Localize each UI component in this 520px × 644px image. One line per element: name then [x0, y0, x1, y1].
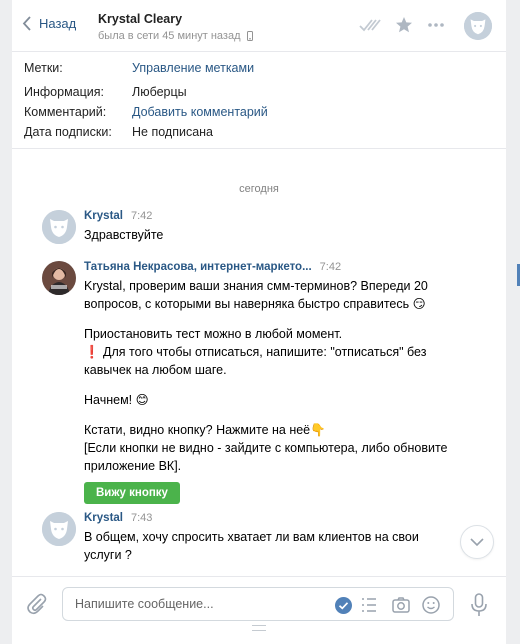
paperclip-icon[interactable]: [26, 593, 48, 618]
message-line: Здравствуйте: [84, 228, 164, 242]
message-author[interactable]: Krystal: [84, 512, 123, 524]
smile-icon[interactable]: [421, 595, 441, 618]
avatar[interactable]: [42, 512, 76, 546]
mobile-icon: [246, 31, 253, 41]
message-input[interactable]: Напишите сообщение...: [62, 587, 454, 621]
message-line: Приостановить тест можно в любой момент.: [84, 327, 343, 341]
check-circle-icon[interactable]: [335, 597, 352, 617]
message-author[interactable]: Krystal: [84, 210, 123, 222]
info-label: Дата подписки:: [24, 125, 112, 139]
message-line: приложение ВК].: [84, 459, 182, 473]
star-icon[interactable]: [394, 15, 414, 35]
message-text: В общем, хочу спросить хватает ли вам кл…: [84, 528, 462, 564]
message-line: Krystal, проверим ваши знания смм-термин…: [84, 279, 428, 293]
message: Krystal 7:42 Здравствуйте: [42, 210, 462, 244]
message-line: услуги ?: [84, 548, 132, 562]
back-button[interactable]: Назад: [22, 16, 76, 31]
message-text: Krystal, проверим ваши знания смм-термин…: [84, 277, 462, 475]
add-comment-link[interactable]: Добавить комментарий: [132, 105, 268, 119]
message-line: ❗ Для того чтобы отписаться, напишите: "…: [84, 345, 427, 359]
avatar[interactable]: [42, 261, 76, 295]
message-line: вопросов, с которыми вы наверняка быстро…: [84, 297, 426, 311]
scroll-down-button[interactable]: [460, 525, 494, 559]
microphone-icon[interactable]: [470, 593, 488, 620]
info-label: Комментарий:: [24, 105, 107, 119]
message-time[interactable]: 7:42: [320, 261, 341, 273]
avatar[interactable]: [42, 210, 76, 244]
see-button[interactable]: Вижу кнопку: [84, 482, 180, 504]
message-line: [Если кнопки не видно - зайдите с компью…: [84, 441, 448, 455]
date-separator: сегодня: [239, 183, 279, 195]
contact-info: Метки: Управление метками Информация: Лю…: [24, 58, 268, 142]
message-time[interactable]: 7:43: [131, 512, 152, 524]
message-text: Здравствуйте: [84, 226, 462, 244]
message: Krystal 7:43 В общем, хочу спросить хват…: [42, 512, 462, 564]
chevron-down-icon: [470, 538, 484, 546]
read-status-icon[interactable]: [358, 15, 384, 35]
message-line: кавычек на любом шаге.: [84, 363, 227, 377]
template-list-icon[interactable]: [360, 596, 378, 617]
message-line: Кстати, видно кнопку? Нажмите на неё👇: [84, 423, 326, 437]
message-placeholder: Напишите сообщение...: [75, 597, 214, 611]
info-row-info: Информация: Люберцы: [24, 82, 268, 102]
info-row-labels: Метки: Управление метками: [24, 58, 268, 78]
info-row-subscription: Дата подписки: Не подписана: [24, 122, 268, 142]
camera-icon[interactable]: [391, 595, 411, 618]
info-value: Не подписана: [132, 125, 213, 139]
message-time[interactable]: 7:42: [131, 210, 152, 222]
info-row-comment: Комментарий: Добавить комментарий: [24, 102, 268, 122]
chat-panel: Назад Krystal Cleary была в сети 45 мину…: [12, 0, 506, 644]
info-label: Информация:: [24, 85, 105, 99]
chat-header: Назад Krystal Cleary была в сети 45 мину…: [12, 0, 506, 52]
divider: [12, 148, 506, 149]
message-author[interactable]: Татьяна Некрасова, интернет-маркето...: [84, 261, 312, 273]
info-value: Люберцы: [132, 85, 187, 99]
manage-labels-link[interactable]: Управление метками: [132, 61, 254, 75]
resize-handle[interactable]: [252, 625, 266, 631]
info-label: Метки:: [24, 61, 63, 75]
composer: Напишите сообщение...: [12, 576, 506, 644]
message-line: В общем, хочу спросить хватает ли вам кл…: [84, 530, 419, 544]
message: Татьяна Некрасова, интернет-маркето... 7…: [42, 261, 462, 504]
more-icon[interactable]: [426, 15, 446, 35]
back-label: Назад: [39, 16, 77, 31]
chat-name[interactable]: Krystal Cleary: [98, 12, 182, 26]
message-line: Начнем! 😊: [84, 393, 149, 407]
chevron-left-icon: [22, 16, 31, 31]
header-avatar[interactable]: [464, 12, 492, 40]
status-text: была в сети 45 минут назад: [98, 30, 241, 42]
chat-status: была в сети 45 минут назад: [98, 30, 253, 42]
